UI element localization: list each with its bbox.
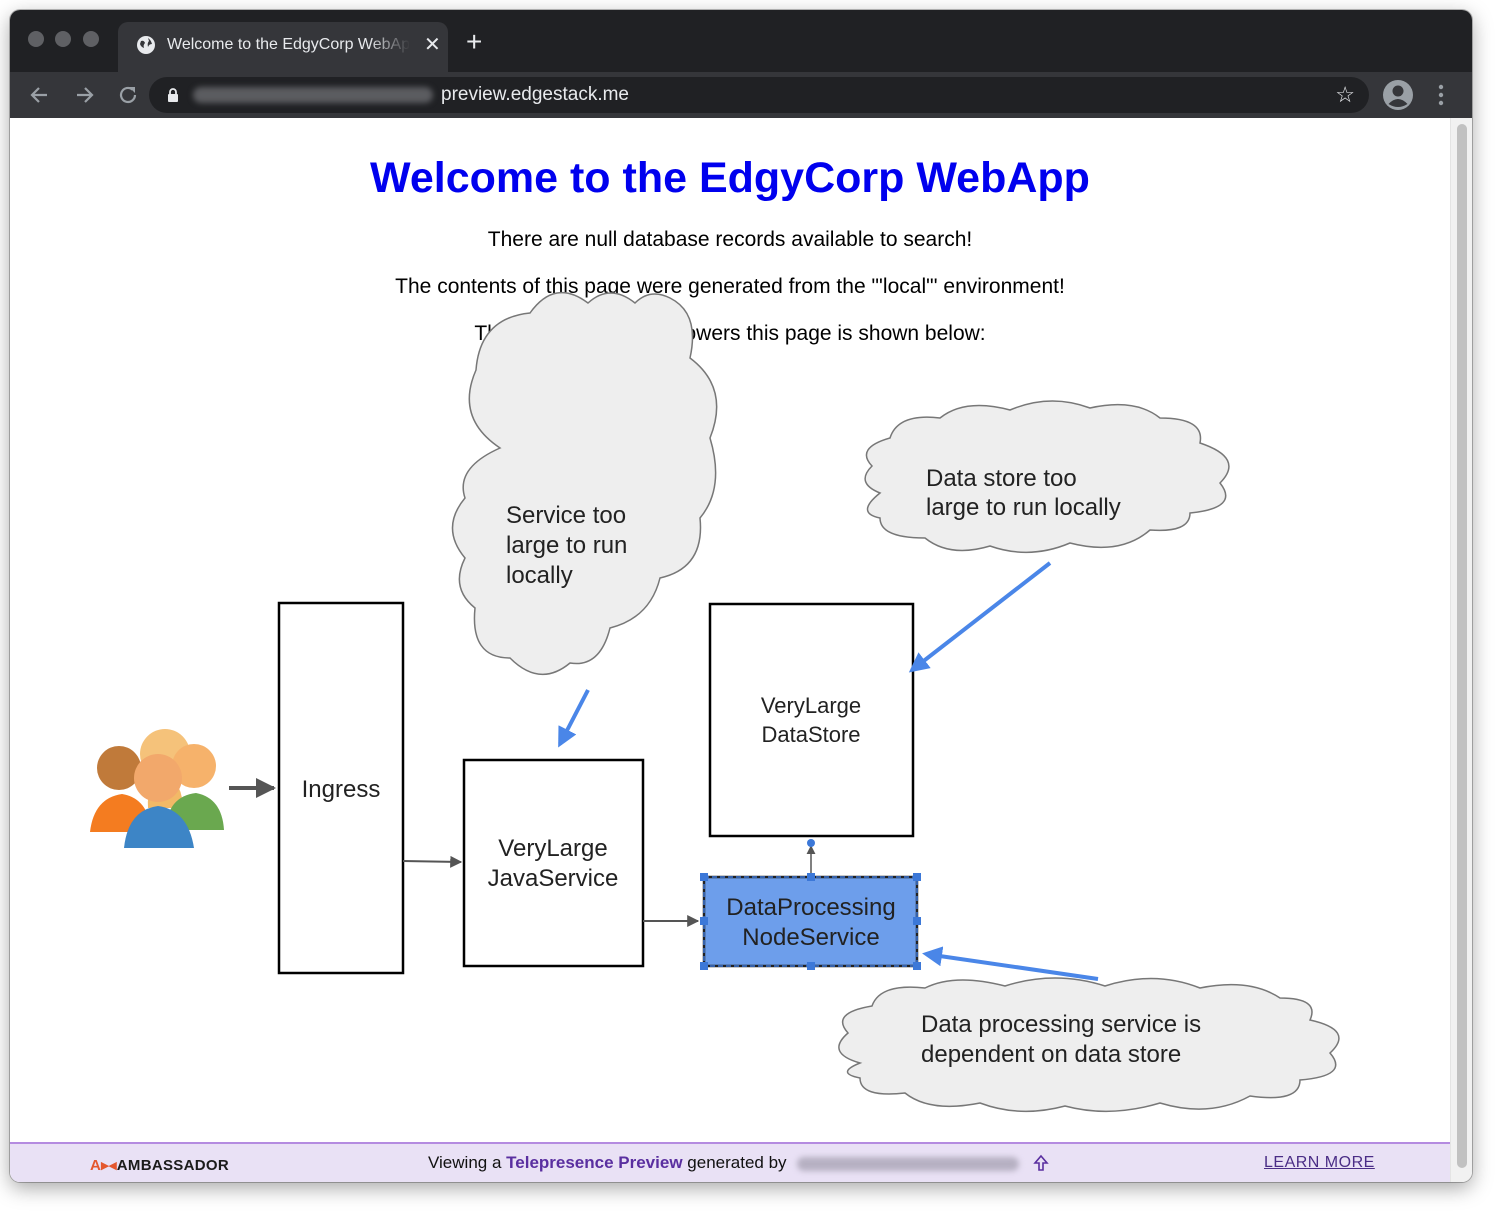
ingress-label: Ingress (302, 776, 381, 803)
scrollbar-thumb[interactable] (1457, 124, 1467, 1168)
cloud-dependency-line-1: Data processing service is (921, 1011, 1201, 1038)
preview-info: Viewing a Telepresence Preview generated… (428, 1153, 1050, 1174)
cloud-service-callout: Service too large to run locally (451, 291, 718, 676)
java-service-label-2: JavaService (488, 865, 619, 892)
close-window-button[interactable] (28, 31, 44, 47)
redacted-subdomain (193, 87, 433, 103)
new-tab-button[interactable]: + (466, 28, 482, 56)
users-group-icon (90, 729, 224, 848)
data-store-box (708, 602, 915, 838)
browser-tab[interactable]: Welcome to the EdgyCorp WebApp ✕ (118, 22, 448, 72)
forward-arrow-icon[interactable] (71, 82, 97, 108)
dependency-callout-arrow (922, 946, 1099, 981)
cloud-dependency-line-2: dependent on data store (921, 1041, 1181, 1068)
telepresence-preview-link[interactable]: Telepresence Preview (506, 1153, 682, 1172)
title-bar: Welcome to the EdgyCorp WebApp ✕ + (10, 10, 1472, 72)
menu-kebab-icon[interactable] (1434, 81, 1448, 109)
cloud-service-line-1: Service too (506, 502, 626, 529)
lock-icon (168, 88, 178, 102)
service-callout-arrow (558, 689, 590, 748)
cloud-datastore-callout: Data store too large to run locally (864, 400, 1230, 553)
ingress-to-java-arrow (402, 855, 463, 868)
star-icon[interactable]: ☆ (1335, 82, 1355, 108)
java-service-box (462, 758, 645, 968)
redacted-author (797, 1156, 1020, 1171)
node-service-label-1: DataProcessing (726, 894, 895, 921)
browser-toolbar: preview.edgestack.me ☆ (10, 72, 1472, 118)
cloud-datastore-line-1: Data store too (926, 465, 1077, 492)
cloud-dependency-callout: Data processing service is dependent on … (838, 977, 1340, 1113)
address-bar[interactable]: preview.edgestack.me ☆ (149, 77, 1369, 113)
url-text: preview.edgestack.me (441, 84, 629, 105)
datastore-callout-arrow (908, 561, 1052, 673)
share-icon[interactable] (1032, 1154, 1050, 1174)
cloud-service-line-2: large to run (506, 532, 627, 559)
architecture-diagram: Ingress VeryLarge JavaService VeryLarge … (90, 291, 1340, 1113)
cloud-datastore-line-2: large to run locally (926, 494, 1121, 521)
back-arrow-icon[interactable] (27, 82, 53, 108)
connection-point (807, 839, 815, 847)
browser-window: Welcome to the EdgyCorp WebApp ✕ + previ… (10, 10, 1472, 1182)
globe-icon (137, 36, 155, 54)
node-service-box[interactable] (702, 875, 919, 968)
minimize-window-button[interactable] (55, 31, 71, 47)
node-service-label-2: NodeService (742, 924, 879, 951)
page-viewport: Welcome to the EdgyCorp WebApp There are… (10, 118, 1450, 1182)
cloud-service-line-3: locally (506, 562, 573, 589)
reload-icon[interactable] (115, 82, 141, 108)
zoom-window-button[interactable] (83, 31, 99, 47)
learn-more-link[interactable]: LEARN MORE (1264, 1154, 1375, 1172)
telepresence-footer: A▸◂AMBASSADOR Viewing a Telepresence Pre… (10, 1142, 1450, 1182)
tab-close-icon[interactable]: ✕ (424, 35, 441, 55)
java-service-label-1: VeryLarge (498, 835, 607, 862)
data-store-label-2: DataStore (761, 722, 860, 747)
data-store-label-1: VeryLarge (761, 693, 861, 718)
profile-icon[interactable] (1383, 80, 1413, 110)
vertical-scrollbar[interactable] (1450, 118, 1472, 1182)
ambassador-logo[interactable]: A▸◂AMBASSADOR (90, 1156, 229, 1174)
